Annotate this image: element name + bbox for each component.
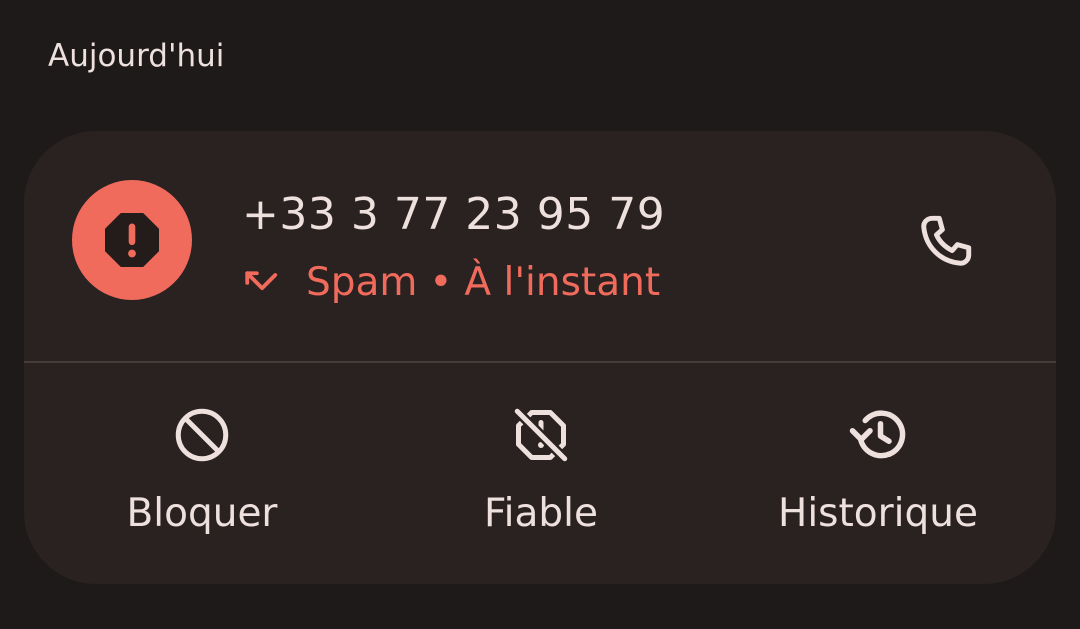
section-header-today: Aujourd'hui [48, 38, 225, 74]
spam-label: Spam [306, 259, 418, 305]
not-spam-icon [513, 407, 569, 463]
separator: • [429, 259, 453, 305]
divider [24, 361, 1056, 363]
spam-warning-icon [105, 213, 159, 267]
block-button[interactable]: Bloquer [52, 391, 352, 551]
block-icon [175, 408, 229, 462]
spam-avatar [72, 180, 192, 300]
call-log-card[interactable]: +33 3 77 23 95 79 Spam • À l'instant Blo… [24, 131, 1056, 584]
history-label: Historique [778, 491, 978, 536]
block-label: Bloquer [126, 491, 278, 536]
missed-call-icon [245, 271, 278, 291]
call-button[interactable] [906, 201, 986, 281]
call-time: À l'instant [464, 259, 661, 305]
history-button[interactable]: Historique [728, 391, 1028, 551]
not-spam-label: Fiable [484, 491, 598, 536]
not-spam-button[interactable]: Fiable [391, 391, 691, 551]
phone-icon [921, 215, 972, 266]
history-icon [849, 410, 906, 459]
call-status: Spam • À l'instant [242, 257, 660, 307]
phone-number: +33 3 77 23 95 79 [242, 189, 666, 240]
